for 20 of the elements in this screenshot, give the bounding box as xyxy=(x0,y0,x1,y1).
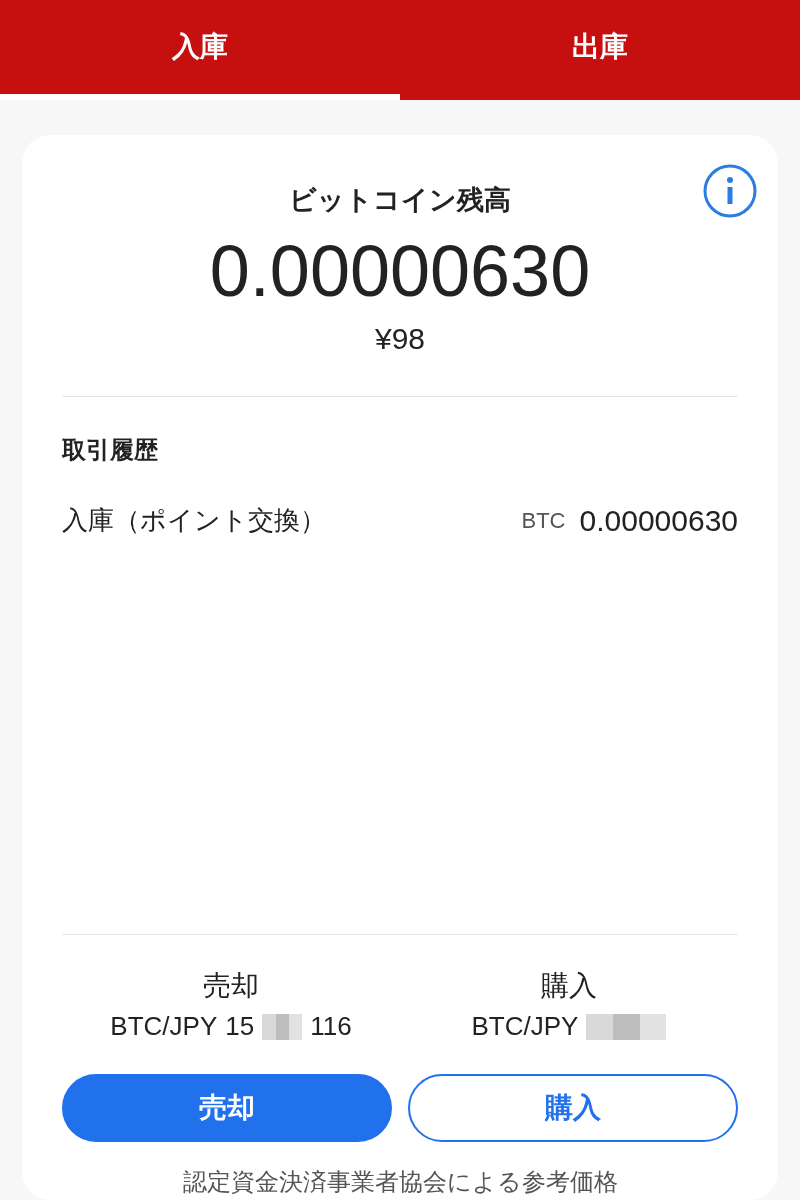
price-pair: BTC/JPY xyxy=(110,1010,218,1043)
history-label: 入庫（ポイント交換） xyxy=(62,503,326,537)
currency-unit: BTC xyxy=(521,506,566,535)
tab[interactable]: 出庫 xyxy=(400,0,800,100)
price-label: 購入 xyxy=(541,968,597,1004)
sell-button[interactable]: 売却 xyxy=(62,1074,392,1142)
balance-amount: 0.00000630 xyxy=(209,229,591,313)
info-icon[interactable] xyxy=(702,163,758,219)
history-amount: 0.00000630 xyxy=(579,502,738,539)
balance-title: ビットコイン残高 xyxy=(289,183,511,217)
price-pair: BTC/JPY xyxy=(471,1010,579,1043)
footnote: 認定資金決済事業者協会による参考価格 xyxy=(181,1167,619,1198)
price-value: 15 xyxy=(225,1010,255,1043)
blurred-value xyxy=(262,1013,303,1040)
tab[interactable]: 入庫 xyxy=(0,0,400,100)
history-title: 取引履歴 xyxy=(62,434,159,466)
buy-button[interactable]: 購入 xyxy=(408,1074,738,1142)
price-value: 116 xyxy=(310,1010,352,1043)
fiat-amount: ¥98 xyxy=(374,320,426,357)
price-label: 売却 xyxy=(203,968,259,1004)
